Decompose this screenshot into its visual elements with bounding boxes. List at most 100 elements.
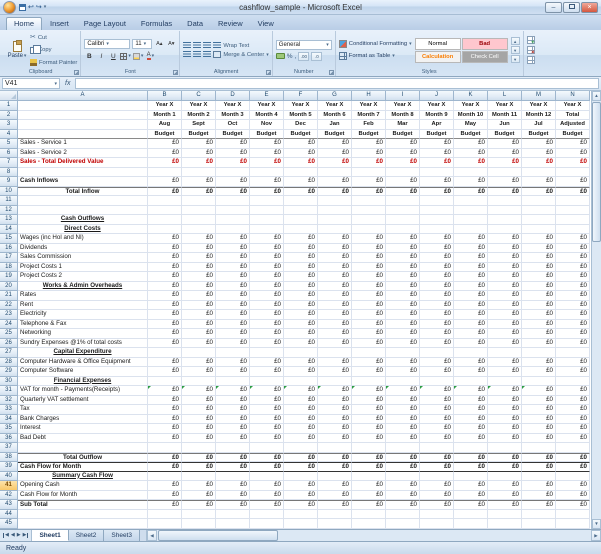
cell-J21[interactable]: £0 (420, 291, 454, 301)
vertical-scrollbar[interactable]: ▲ ▼ (591, 91, 601, 529)
cell-G31[interactable]: £0 (318, 386, 352, 396)
copy-button[interactable]: Copy (30, 47, 77, 54)
dialog-launcher-icon[interactable] (173, 70, 178, 75)
cell-A2[interactable] (18, 111, 148, 121)
cell-J41[interactable]: £0 (420, 481, 454, 491)
cell-D10[interactable]: £0 (216, 187, 250, 197)
cell-M28[interactable]: £0 (522, 358, 556, 368)
cell-J28[interactable]: £0 (420, 358, 454, 368)
cell-D22[interactable]: £0 (216, 301, 250, 311)
cell-M22[interactable]: £0 (522, 301, 556, 311)
paste-button[interactable]: Paste▾ (4, 41, 30, 59)
cell-I22[interactable]: £0 (386, 301, 420, 311)
cell-K11[interactable] (454, 196, 488, 206)
cell-E4[interactable]: Budget (250, 130, 284, 140)
cell-F7[interactable]: £0 (284, 158, 318, 168)
row-header-43[interactable]: 43 (0, 500, 18, 510)
cell-G3[interactable]: Jan (318, 120, 352, 130)
cell-F18[interactable]: £0 (284, 263, 318, 273)
cell-C38[interactable]: £0 (182, 453, 216, 463)
cell-B9[interactable]: £0 (148, 177, 182, 187)
cell-H34[interactable]: £0 (352, 415, 386, 425)
cell-A43[interactable]: Sub Total (18, 500, 148, 510)
cell-E37[interactable] (250, 443, 284, 453)
decrease-decimal-button[interactable]: .0 (311, 52, 322, 61)
cell-A18[interactable]: Project Costs 1 (18, 263, 148, 273)
cell-L39[interactable]: £0 (488, 462, 522, 472)
cell-I33[interactable]: £0 (386, 405, 420, 415)
qat-chevron-down-icon[interactable]: ▾ (44, 4, 47, 10)
horizontal-scroll-track[interactable] (157, 530, 591, 541)
cell-M12[interactable] (522, 206, 556, 216)
scroll-left-icon[interactable]: ◀ (147, 530, 157, 541)
cell-M3[interactable]: Jul (522, 120, 556, 130)
cell-M45[interactable] (522, 519, 556, 529)
cell-N18[interactable]: £0 (556, 263, 590, 273)
cell-K19[interactable]: £0 (454, 272, 488, 282)
cell-F20[interactable]: £0 (284, 282, 318, 292)
cell-J12[interactable] (420, 206, 454, 216)
cell-I44[interactable] (386, 510, 420, 520)
format-as-table-button[interactable]: Format as Table▾ (339, 52, 412, 60)
cell-K39[interactable]: £0 (454, 462, 488, 472)
cell-D32[interactable]: £0 (216, 396, 250, 406)
cell-I6[interactable]: £0 (386, 149, 420, 159)
row-header-29[interactable]: 29 (0, 367, 18, 377)
cell-L20[interactable]: £0 (488, 282, 522, 292)
cell-G11[interactable] (318, 196, 352, 206)
cell-L5[interactable]: £0 (488, 139, 522, 149)
cell-D17[interactable]: £0 (216, 253, 250, 263)
cell-D21[interactable]: £0 (216, 291, 250, 301)
cell-D31[interactable]: £0 (216, 386, 250, 396)
maximize-button[interactable] (563, 2, 580, 13)
cell-J20[interactable]: £0 (420, 282, 454, 292)
cell-K25[interactable]: £0 (454, 329, 488, 339)
cell-N10[interactable]: £0 (556, 187, 590, 197)
cell-D29[interactable]: £0 (216, 367, 250, 377)
cell-F29[interactable]: £0 (284, 367, 318, 377)
cell-K31[interactable]: £0 (454, 386, 488, 396)
cell-K20[interactable]: £0 (454, 282, 488, 292)
cell-N5[interactable]: £0 (556, 139, 590, 149)
cell-E39[interactable]: £0 (250, 462, 284, 472)
cell-K15[interactable]: £0 (454, 234, 488, 244)
cell-F26[interactable]: £0 (284, 339, 318, 349)
cell-D6[interactable]: £0 (216, 149, 250, 159)
cell-D11[interactable] (216, 196, 250, 206)
cell-F45[interactable] (284, 519, 318, 529)
cell-L40[interactable] (488, 472, 522, 482)
wrap-text-button[interactable]: Wrap Text (213, 42, 249, 49)
cell-H27[interactable] (352, 348, 386, 358)
cell-J9[interactable]: £0 (420, 177, 454, 187)
cell-I13[interactable] (386, 215, 420, 225)
cell-C21[interactable]: £0 (182, 291, 216, 301)
cell-K18[interactable]: £0 (454, 263, 488, 273)
cell-N16[interactable]: £0 (556, 244, 590, 254)
cell-N41[interactable]: £0 (556, 481, 590, 491)
cell-K8[interactable] (454, 168, 488, 178)
cell-M37[interactable] (522, 443, 556, 453)
cell-F36[interactable]: £0 (284, 434, 318, 444)
row-header-22[interactable]: 22 (0, 301, 18, 311)
column-header-E[interactable]: E (250, 91, 284, 101)
conditional-formatting-button[interactable]: Conditional Formatting▾ (339, 40, 412, 48)
cell-H44[interactable] (352, 510, 386, 520)
gallery-down-icon[interactable]: ▼ (511, 46, 520, 54)
cell-N13[interactable] (556, 215, 590, 225)
cell-C23[interactable]: £0 (182, 310, 216, 320)
cell-G40[interactable] (318, 472, 352, 482)
cell-F35[interactable]: £0 (284, 424, 318, 434)
row-header-30[interactable]: 30 (0, 377, 18, 387)
sheet-tab-sheet1[interactable]: Sheet1 (32, 530, 68, 541)
cell-B20[interactable]: £0 (148, 282, 182, 292)
cell-G32[interactable]: £0 (318, 396, 352, 406)
cell-C35[interactable]: £0 (182, 424, 216, 434)
cell-N6[interactable]: £0 (556, 149, 590, 159)
row-header-5[interactable]: 5 (0, 139, 18, 149)
scroll-down-icon[interactable]: ▼ (592, 519, 601, 529)
cell-I35[interactable]: £0 (386, 424, 420, 434)
cell-A38[interactable]: Total Outflow (18, 453, 148, 463)
cell-E14[interactable] (250, 225, 284, 235)
cell-I16[interactable]: £0 (386, 244, 420, 254)
cell-B44[interactable] (148, 510, 182, 520)
